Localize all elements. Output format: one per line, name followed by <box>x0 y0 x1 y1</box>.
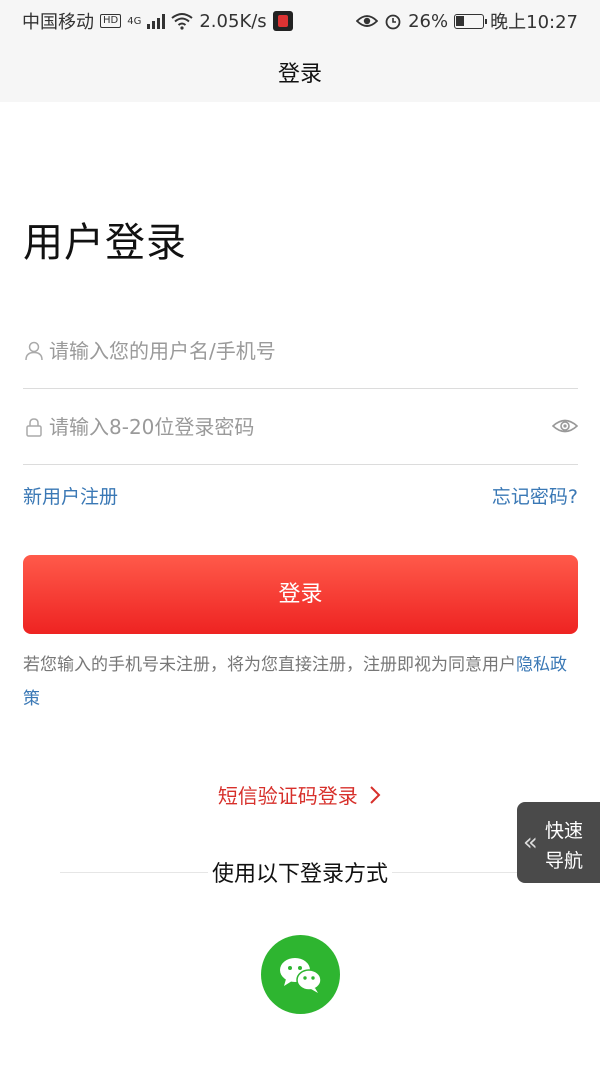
alarm-icon <box>385 14 401 30</box>
app-notification-icon <box>272 11 293 31</box>
carrier-label: 中国移动 <box>22 12 94 33</box>
chevron-right-icon <box>370 786 381 804</box>
network-speed: 2.05K/s <box>199 10 267 32</box>
quick-nav-line1: 快速 <box>545 820 584 842</box>
other-login-label: 使用以下登录方式 <box>207 862 392 887</box>
forgot-password-link[interactable]: 忘记密码? <box>492 482 578 509</box>
register-link[interactable]: 新用户注册 <box>23 482 118 509</box>
registration-notice: 若您输入的手机号未注册，将为您直接注册，注册即视为同意用户隐私政策 <box>23 648 583 716</box>
wechat-icon <box>279 957 322 993</box>
other-login-title: 使用以下登录方式 <box>0 856 600 888</box>
sms-login-label: 短信验证码登录 <box>217 784 358 808</box>
user-icon <box>25 341 43 360</box>
clock: 晚上10:27 <box>490 12 578 33</box>
notice-text: 若您输入的手机号未注册，将为您直接注册，注册即视为同意用户 <box>23 655 516 675</box>
wechat-login-button[interactable] <box>261 935 340 1014</box>
eye-comfort-icon <box>356 15 379 27</box>
username-field <box>23 313 578 389</box>
lock-icon <box>26 417 42 437</box>
battery-percent: 26% <box>408 10 449 32</box>
network-type: 4G <box>127 15 142 27</box>
wifi-icon <box>171 13 193 30</box>
password-field <box>23 389 578 465</box>
battery-icon <box>454 13 488 29</box>
top-bar: 中国移动 HD 4G 2.05K/s 26% 晚上10:27 登录 <box>0 0 600 102</box>
quick-nav-line2: 导航 <box>545 850 584 872</box>
password-input[interactable] <box>49 406 578 447</box>
status-bar: 中国移动 HD 4G 2.05K/s 26% 晚上10:27 <box>0 0 600 40</box>
page-title: 用户登录 <box>23 220 187 266</box>
double-chevron-left-icon: « <box>523 828 538 856</box>
signal-icon <box>147 13 166 29</box>
nav-title: 登录 <box>277 62 322 87</box>
login-button[interactable]: 登录 <box>23 555 578 634</box>
show-password-eye-icon[interactable] <box>552 415 578 437</box>
username-input[interactable] <box>49 330 578 371</box>
sms-login-link[interactable]: 短信验证码登录 <box>0 780 600 809</box>
hd-badge: HD <box>100 14 122 28</box>
account-links: 新用户注册 忘记密码? <box>23 482 578 512</box>
quick-nav-button[interactable]: « 快速 导航 <box>517 802 600 883</box>
